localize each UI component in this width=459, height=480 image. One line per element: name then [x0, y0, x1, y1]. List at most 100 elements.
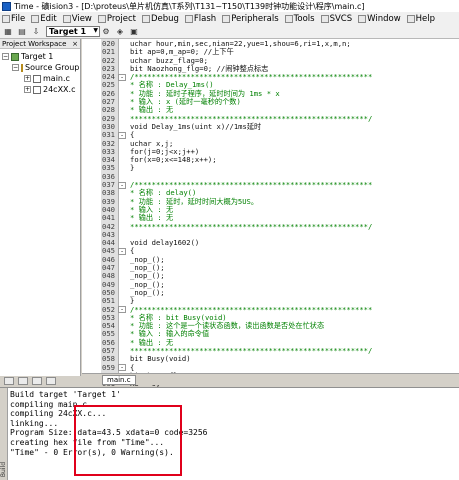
build-output-panel: Build Build target 'Target 1' compiling …	[0, 387, 459, 480]
books-tab-icon[interactable]	[18, 377, 28, 385]
menu-flash[interactable]: Flash	[184, 14, 216, 24]
folder-icon	[21, 63, 23, 72]
functions-tab-icon[interactable]	[32, 377, 42, 385]
tab-main-c[interactable]: main.c	[102, 375, 136, 385]
code-text: }	[130, 163, 135, 173]
tree-item-target[interactable]: − Target 1	[0, 51, 80, 62]
fold-icon[interactable]: -	[118, 306, 126, 313]
tree-item-main-c[interactable]: + main.c	[0, 73, 80, 84]
highlight-box	[74, 405, 182, 476]
title-bar: Time - 礦ision3 - [D:\proteus\单片机仿真\T系列\T…	[0, 0, 459, 12]
project-menu-icon	[97, 14, 106, 23]
code-line: 044 void delay1602()	[102, 238, 459, 248]
code-editor[interactable]: 020 uchar hour,min,sec,nian=22,yue=1,shou…	[82, 39, 459, 463]
code-text: void delay1602()	[130, 238, 200, 248]
code-text: _nop_();	[130, 287, 165, 297]
fold-icon[interactable]: -	[118, 364, 126, 372]
rebuild-icon[interactable]: ▤	[16, 26, 28, 37]
fold-icon[interactable]: -	[118, 131, 126, 139]
fold-icon[interactable]: -	[118, 73, 126, 81]
tree-item-source-group[interactable]: − Source Group 1	[0, 62, 87, 73]
tree-item-24cxx-c[interactable]: + 24cXX.c	[0, 84, 80, 95]
templates-tab-icon[interactable]	[46, 377, 56, 385]
editor-tab-bar: main.c	[82, 373, 459, 385]
window-menu-icon	[358, 14, 367, 23]
debug-menu-icon	[141, 14, 150, 23]
code-line: 035}	[102, 163, 459, 173]
help-menu-icon	[406, 14, 415, 23]
menu-edit[interactable]: Edit	[31, 14, 57, 24]
edit-menu-icon	[31, 14, 40, 23]
menu-debug[interactable]: Debug	[141, 14, 179, 24]
toolbar: ▦ ▤ ⇩ Target 1 ▼ ⚙ ◈ ▣	[0, 25, 459, 39]
close-icon[interactable]: ×	[72, 40, 78, 48]
code-line: 030 void Delay_1ms(uint x)//1ms延时	[102, 121, 459, 131]
file-menu-icon	[2, 14, 10, 23]
project-workspace: Project Workspace × − Target 1 − Source …	[0, 39, 87, 377]
manage-icon[interactable]: ▣	[128, 26, 140, 37]
menu-bar: File Edit View Project Debug Flash Perip…	[0, 12, 459, 25]
load-icon[interactable]: ⇩	[30, 26, 42, 37]
tools-menu-icon	[284, 14, 293, 23]
code-line: 034 for(x=0;x<=148;x++);	[102, 155, 459, 165]
menu-help[interactable]: Help	[406, 14, 435, 24]
project-tab-icon[interactable]	[4, 377, 14, 385]
code-text: for(x=0;x<=148;x++);	[130, 155, 217, 165]
app-icon	[2, 1, 11, 11]
collapse-icon[interactable]: −	[12, 64, 19, 71]
code-text: void Delay_1ms(uint x)//1ms延时	[130, 121, 262, 131]
menu-svcs[interactable]: SVCS	[320, 14, 352, 24]
components-icon[interactable]: ◈	[114, 26, 126, 37]
menu-tools[interactable]: Tools	[284, 14, 315, 24]
build-icon[interactable]: ▦	[2, 26, 14, 37]
output-side-bar: Build	[0, 388, 8, 480]
fold-icon[interactable]: -	[118, 181, 126, 189]
code-line: 058 bit Busy(void)	[102, 354, 459, 364]
menu-peripherals[interactable]: Peripherals	[222, 14, 279, 24]
expand-icon[interactable]: +	[24, 75, 31, 82]
target-select[interactable]: Target 1 ▼	[46, 26, 100, 37]
output-line: Build target 'Target 1'	[10, 390, 121, 399]
file-icon	[33, 74, 41, 83]
expand-icon[interactable]: +	[24, 86, 31, 93]
peripherals-menu-icon	[222, 14, 231, 23]
project-tree: − Target 1 − Source Group 1 + main.c + 2…	[0, 49, 87, 95]
collapse-icon[interactable]: −	[2, 53, 9, 60]
code-text: bit Busy(void)	[130, 354, 191, 364]
menu-project[interactable]: Project	[97, 14, 136, 24]
fold-icon[interactable]: -	[118, 247, 126, 255]
target-icon	[11, 52, 19, 61]
menu-window[interactable]: Window	[358, 14, 401, 24]
chevron-down-icon: ▼	[93, 27, 98, 34]
window-title: Time - 礦ision3 - [D:\proteus\单片机仿真\T系列\T…	[14, 1, 365, 11]
menu-file[interactable]: File	[2, 14, 25, 24]
menu-view[interactable]: View	[62, 14, 92, 24]
target-options-icon[interactable]: ⚙	[100, 26, 112, 37]
